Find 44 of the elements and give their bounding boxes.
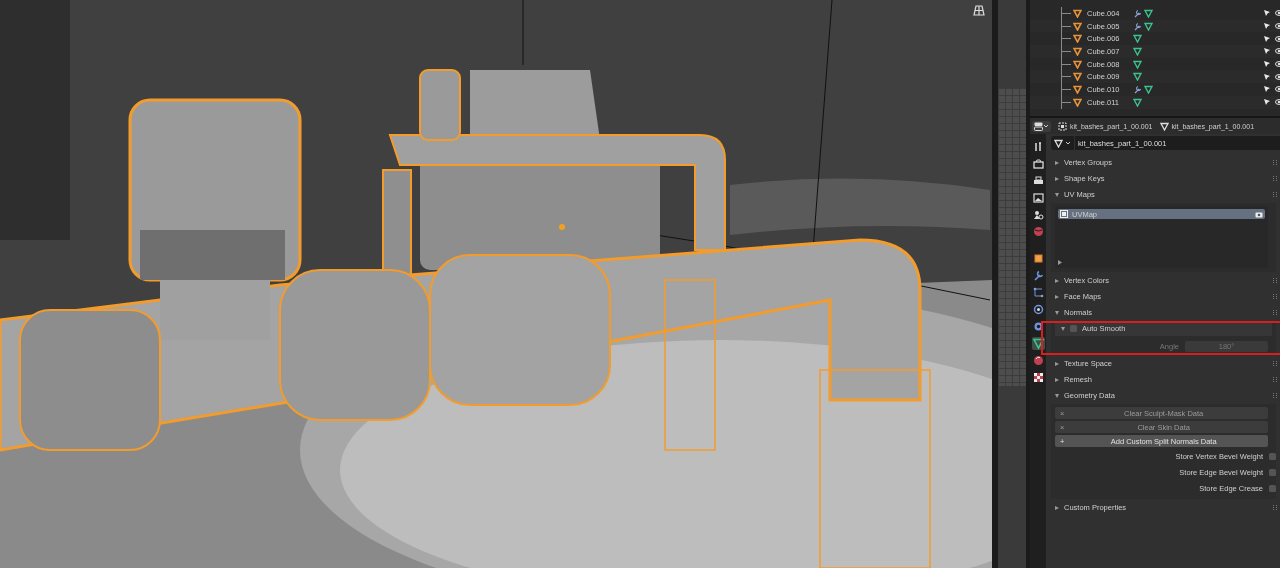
drag-handle-icon[interactable] xyxy=(1272,293,1278,300)
grid-icon[interactable] xyxy=(972,3,986,17)
caret-icon xyxy=(1043,123,1049,129)
orbit-icon[interactable] xyxy=(1031,303,1045,316)
editor-type-button[interactable] xyxy=(1032,120,1051,132)
editor-type-icon xyxy=(1034,121,1043,131)
drag-handle-icon[interactable] xyxy=(1272,159,1278,166)
drag-handle-icon[interactable] xyxy=(1272,392,1278,399)
material-sphere-icon[interactable] xyxy=(1031,354,1045,367)
eye-icon[interactable] xyxy=(1275,98,1280,107)
eye-icon[interactable] xyxy=(1275,22,1280,31)
camera-icon[interactable] xyxy=(1255,210,1263,218)
drag-handle-icon[interactable] xyxy=(1272,191,1278,198)
shapes-icon[interactable] xyxy=(1031,208,1045,221)
mesh-data-icon xyxy=(1159,121,1169,131)
eye-icon[interactable] xyxy=(1275,9,1280,18)
checkbox[interactable] xyxy=(1269,484,1276,492)
expand-arrow-icon[interactable] xyxy=(1058,260,1063,265)
eye-icon[interactable] xyxy=(1275,34,1280,43)
caret-icon xyxy=(1065,140,1071,146)
camera-back-icon[interactable] xyxy=(1031,157,1045,170)
mesh-data-icon xyxy=(1054,138,1063,148)
cube-icon[interactable] xyxy=(1031,252,1045,265)
printer-icon[interactable] xyxy=(1031,174,1045,187)
uv-grid-icon xyxy=(1060,210,1068,218)
drag-handle-icon[interactable] xyxy=(1272,504,1278,511)
wrench-icon[interactable] xyxy=(1133,84,1142,94)
drag-handle-icon[interactable] xyxy=(1272,376,1278,383)
drag-handle-icon[interactable] xyxy=(1272,175,1278,182)
eye-icon[interactable] xyxy=(1275,60,1280,69)
drag-handle-icon[interactable] xyxy=(1272,277,1278,284)
wrench-icon[interactable] xyxy=(1133,8,1142,18)
eye-icon[interactable] xyxy=(1275,47,1280,56)
drag-handle-icon[interactable] xyxy=(1272,309,1278,316)
checkbox[interactable] xyxy=(1269,452,1276,460)
checker-icon[interactable] xyxy=(1031,371,1045,384)
wrench-icon[interactable] xyxy=(1133,21,1142,31)
image-icon[interactable] xyxy=(1031,191,1045,204)
drag-handle-icon[interactable] xyxy=(1272,360,1278,367)
object-icon xyxy=(1058,121,1067,131)
eye-icon[interactable] xyxy=(1275,85,1280,94)
checkbox[interactable] xyxy=(1269,468,1276,476)
mesh-browse-button[interactable] xyxy=(1051,136,1074,150)
eye-icon[interactable] xyxy=(1275,72,1280,81)
